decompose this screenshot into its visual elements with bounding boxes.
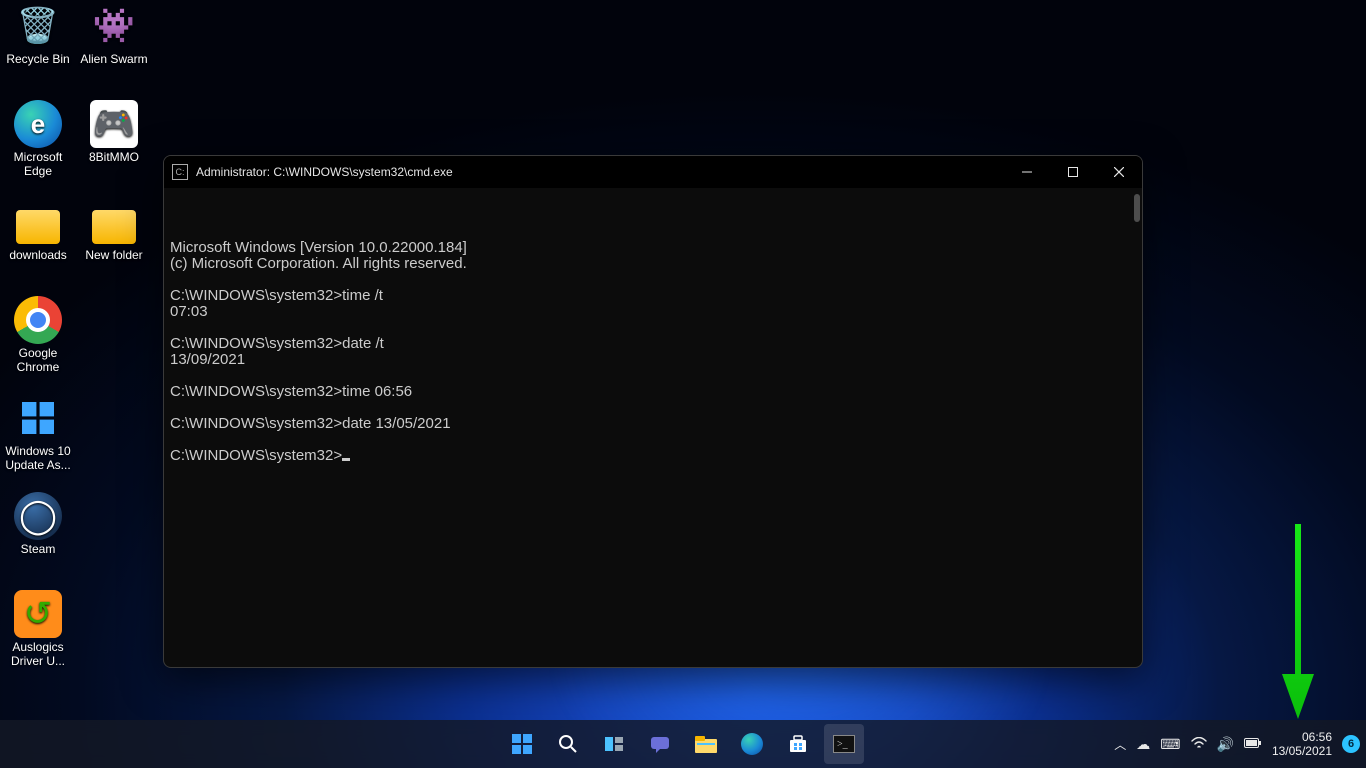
volume-icon[interactable]: 🔊	[1217, 736, 1234, 753]
alien-swarm-icon: 👾	[90, 2, 138, 50]
windows-update-icon	[14, 394, 62, 442]
notification-count: 6	[1348, 738, 1354, 750]
start-icon	[512, 734, 532, 754]
minimize-button[interactable]	[1004, 156, 1050, 188]
cmd-window: C: Administrator: C:\WINDOWS\system32\cm…	[163, 155, 1143, 668]
close-button[interactable]	[1096, 156, 1142, 188]
desktop-icon-label: New folder	[76, 248, 152, 262]
maximize-icon	[1068, 167, 1078, 177]
desktop-icon-new-folder[interactable]: New folder	[76, 198, 152, 262]
desktop-icon-label: downloads	[0, 248, 76, 262]
desktop-icon-microsoft-edge[interactable]: eMicrosoft Edge	[0, 100, 76, 178]
maximize-button[interactable]	[1050, 156, 1096, 188]
desktop-icon-steam[interactable]: ◯ Steam	[0, 492, 76, 556]
cmd-taskbar-icon: >_	[833, 735, 855, 753]
taskbar: >_ ︿ ☁ ⌨ 🔊 06:56 13/05/2021 6	[0, 720, 1366, 768]
edge-icon	[741, 733, 763, 755]
chat-button[interactable]	[640, 724, 680, 764]
auslogics-icon: ↺	[14, 590, 62, 638]
tray-overflow-icon[interactable]: ︿	[1114, 736, 1126, 753]
chrome-icon	[14, 296, 62, 344]
recycle-bin-icon: 🗑️	[14, 2, 62, 50]
clock-date: 13/05/2021	[1272, 744, 1332, 758]
desktop-icon-label: Steam	[0, 542, 76, 556]
window-title: Administrator: C:\WINDOWS\system32\cmd.e…	[196, 165, 453, 179]
window-titlebar[interactable]: C: Administrator: C:\WINDOWS\system32\cm…	[164, 156, 1142, 188]
cmd-icon: C:	[172, 164, 188, 180]
chat-icon	[650, 734, 670, 754]
notification-badge[interactable]: 6	[1342, 735, 1360, 753]
terminal-output[interactable]: Microsoft Windows [Version 10.0.22000.18…	[164, 188, 1142, 667]
terminal-text: Microsoft Windows [Version 10.0.22000.18…	[170, 240, 1136, 464]
desktop-icon-label: 8BitMMO	[76, 150, 152, 164]
annotation-arrow-icon	[1278, 524, 1318, 724]
folder-icon	[90, 198, 138, 246]
desktop-icon-recycle-bin[interactable]: 🗑️ Recycle Bin	[0, 2, 76, 66]
desktop-icon-label: Alien Swarm	[76, 52, 152, 66]
steam-icon: ◯	[14, 492, 62, 540]
command-prompt[interactable]: >_	[824, 724, 864, 764]
desktop-icon-google-chrome[interactable]: Google Chrome	[0, 296, 76, 374]
desktop-icon-auslogics[interactable]: ↺Auslogics Driver U...	[0, 590, 76, 668]
desktop-icon-label: Auslogics Driver U...	[0, 640, 76, 668]
desktop-icon-8bitmmo[interactable]: 🎮 8BitMMO	[76, 100, 152, 164]
folder-icon	[14, 198, 62, 246]
desktop-icon-label: Recycle Bin	[0, 52, 76, 66]
onedrive-icon[interactable]: ☁	[1136, 736, 1150, 753]
store-icon	[788, 734, 808, 754]
taskbar-clock[interactable]: 06:56 13/05/2021	[1272, 730, 1332, 758]
desktop-icon-downloads-folder[interactable]: downloads	[0, 198, 76, 262]
scrollbar-thumb[interactable]	[1134, 194, 1140, 222]
desktop-icon-label: Google Chrome	[0, 346, 76, 374]
desktop-icon-alien-swarm[interactable]: 👾 Alien Swarm	[76, 2, 152, 66]
file-explorer[interactable]	[686, 724, 726, 764]
microsoft-store[interactable]	[778, 724, 818, 764]
task-view-icon	[604, 734, 624, 754]
terminal-cursor	[342, 458, 350, 461]
task-view-button[interactable]	[594, 724, 634, 764]
desktop-icon-label: Windows 10 Update As...	[0, 444, 76, 472]
minimize-icon	[1022, 167, 1032, 177]
desktop-icon-label: Microsoft Edge	[0, 150, 76, 178]
clock-time: 06:56	[1272, 730, 1332, 744]
edge-browser[interactable]	[732, 724, 772, 764]
wifi-icon[interactable]	[1191, 736, 1207, 752]
search-button[interactable]	[548, 724, 588, 764]
keyboard-icon[interactable]: ⌨	[1160, 736, 1180, 753]
explorer-icon	[695, 735, 717, 753]
8bitmmo-icon: 🎮	[90, 100, 138, 148]
start-button[interactable]	[502, 724, 542, 764]
close-icon	[1114, 167, 1124, 177]
edge-icon: e	[14, 100, 62, 148]
search-icon	[558, 734, 578, 754]
desktop-icon-win10-update[interactable]: Windows 10 Update As...	[0, 394, 76, 472]
battery-icon[interactable]	[1244, 736, 1262, 752]
